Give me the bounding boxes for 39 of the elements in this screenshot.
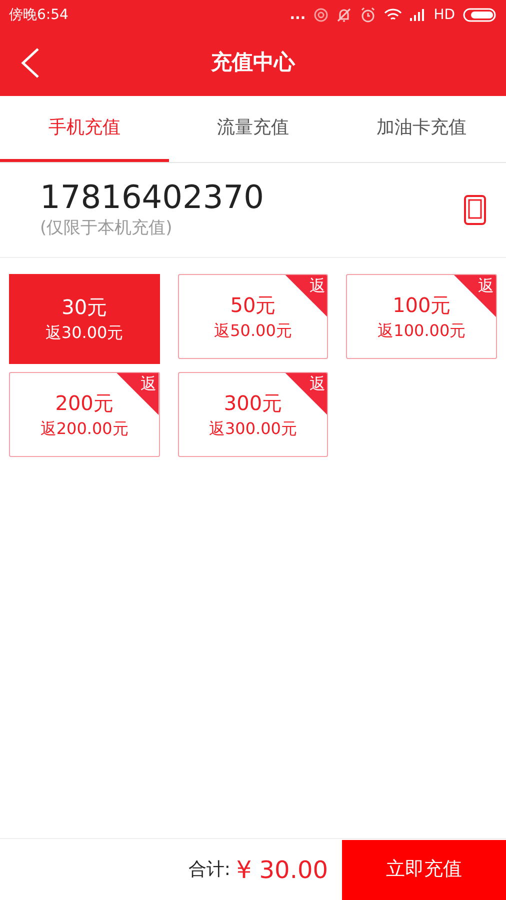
option-rebate: 返100.00元 <box>378 320 466 342</box>
contacts-button[interactable] <box>462 193 488 227</box>
rebate-corner-badge: 返 <box>454 275 496 317</box>
recharge-now-button[interactable]: 立即充值 <box>342 840 506 900</box>
rebate-corner-badge: 返 <box>116 373 159 415</box>
rebate-corner-badge: 返 <box>285 373 328 415</box>
wifi-icon <box>384 8 402 22</box>
recharge-option[interactable]: 返 100元 返100.00元 <box>346 274 497 359</box>
option-amount: 30元 <box>62 294 108 321</box>
option-rebate: 返200.00元 <box>40 418 128 440</box>
option-amount: 100元 <box>392 292 451 318</box>
phone-number: 17816402370 <box>40 178 264 216</box>
option-amount: 50元 <box>230 292 276 318</box>
recharge-option[interactable]: 返 200元 返200.00元 <box>9 372 160 457</box>
phone-note: (仅限于本机充值) <box>40 217 174 240</box>
page-title: 充值中心 <box>211 49 295 76</box>
signal-icon <box>410 9 426 21</box>
option-amount: 200元 <box>55 390 114 416</box>
location-icon <box>314 8 328 22</box>
alarm-icon <box>360 7 376 23</box>
battery-icon <box>463 8 497 22</box>
tab[interactable]: 手机充值 <box>0 96 169 162</box>
option-rebate: 返30.00元 <box>45 322 124 344</box>
option-rebate: 返300.00元 <box>209 418 297 440</box>
status-time: 傍晚6:54 <box>9 6 68 24</box>
option-amount: 300元 <box>224 390 282 416</box>
tab[interactable]: 加油卡充值 <box>337 96 506 162</box>
total-label: 合计: <box>188 858 230 882</box>
total-amount: ¥ 30.00 <box>236 854 328 886</box>
recharge-option[interactable]: 返 50元 返50.00元 <box>178 274 328 359</box>
recharge-option[interactable]: 返 300元 返300.00元 <box>178 372 328 457</box>
network-type: HD <box>434 6 455 24</box>
tab[interactable]: 流量充值 <box>168 96 338 162</box>
rebate-corner-badge: 返 <box>285 275 328 317</box>
recharge-option[interactable]: 30元 返30.00元 <box>9 274 160 364</box>
mute-bell-icon <box>336 7 352 23</box>
option-rebate: 返50.00元 <box>214 320 292 342</box>
more-dots: ... <box>290 8 306 22</box>
phone-icon <box>463 194 487 226</box>
